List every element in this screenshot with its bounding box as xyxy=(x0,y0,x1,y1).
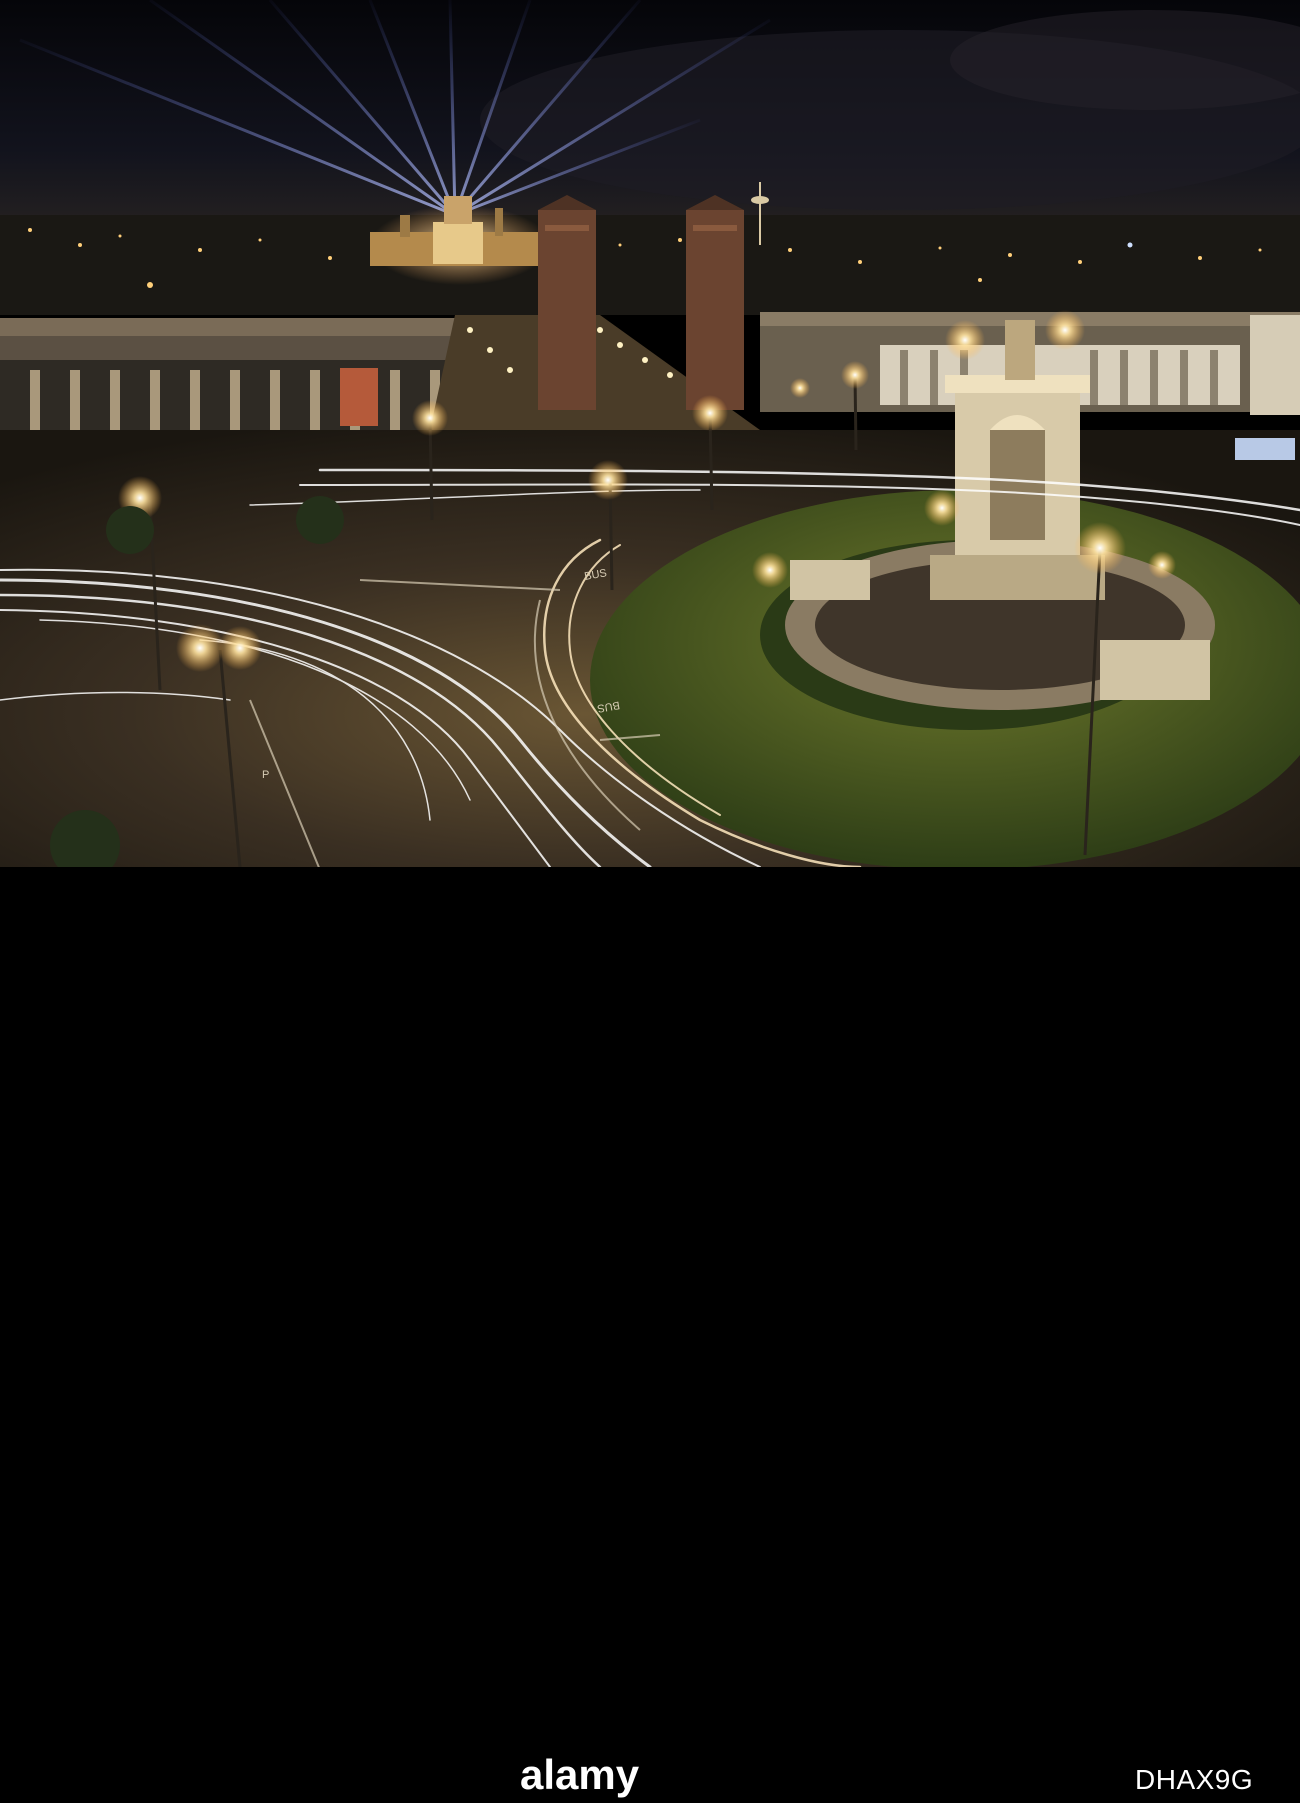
alamy-wordmark: alamy xyxy=(520,1755,640,1798)
alamy-logo: alamy xyxy=(520,1755,640,1798)
watermark-footer: alamy DHAX9G xyxy=(0,867,1300,1798)
city-bus xyxy=(1235,438,1295,460)
venetian-tower-left xyxy=(538,195,596,410)
exhibition-banner xyxy=(340,368,378,426)
stock-image-id: DHAX9G xyxy=(1135,1764,1254,1795)
parking-marking: P xyxy=(262,769,269,781)
distant-city xyxy=(0,215,1300,315)
venetian-tower-right xyxy=(686,195,744,410)
night-plaza-photo: BUS BUS P xyxy=(0,0,1300,867)
